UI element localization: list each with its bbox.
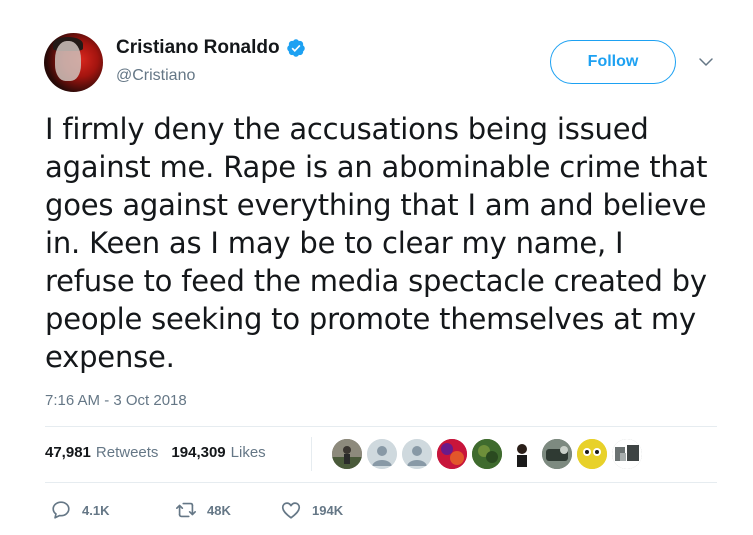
tweet-text-line: refuse to feed the media spectacle creat… [45,264,707,298]
liker-avatar[interactable] [577,439,607,469]
like-count: 194K [312,502,344,518]
like-button[interactable]: 194K [280,499,343,521]
display-name[interactable]: Cristiano Ronaldo [116,37,280,59]
tweet-text-line: against me. Rape is an abominable crime … [45,150,708,184]
tweet-text: I firmly deny the accusations being issu… [45,110,735,376]
retweet-button[interactable]: 48K [175,499,280,521]
user-handle[interactable]: @Cristiano [116,67,195,85]
avatar-face [55,41,81,81]
likes-label: Likes [230,444,266,461]
retweet-count: 48K [207,502,231,518]
liker-avatar[interactable] [507,439,537,469]
user-photo-icon [577,439,607,469]
user-photo-icon [612,439,642,469]
tweet-text-line: I firmly deny the accusations being issu… [45,112,649,146]
reply-icon [52,501,70,519]
tweet-actions: 4.1K 48K 194K [50,499,343,521]
user-photo-icon [472,439,502,469]
avatar[interactable] [44,33,103,92]
retweets-count: 47,981 [45,444,91,461]
verified-badge-icon [286,39,305,57]
user-photo-icon [332,439,362,469]
liker-avatar[interactable] [612,439,642,469]
tweet-card: Cristiano Ronaldo @Cristiano Follow I fi… [0,0,753,535]
tweet-stats: 47,981 Retweets 194,309 Likes [45,444,266,461]
liker-avatar[interactable] [332,439,362,469]
tweet-text-line: in. Keen as I may be to clear my name, I [45,226,624,260]
likes-stat[interactable]: 194,309 Likes [171,444,265,461]
reply-count: 4.1K [82,502,110,518]
default-user-icon [402,439,432,469]
chevron-down-icon[interactable] [697,53,715,71]
tweet-text-line: people seeking to promote themselves at … [45,302,696,336]
reply-button[interactable]: 4.1K [50,499,175,521]
retweet-icon [176,502,196,518]
user-photo-icon [542,439,572,469]
retweets-label: Retweets [95,444,159,461]
name-row: Cristiano Ronaldo [116,37,306,59]
likes-count: 194,309 [171,444,226,461]
heart-icon [281,502,301,519]
liker-avatar[interactable] [402,439,432,469]
liker-avatars [311,437,642,471]
follow-button[interactable]: Follow [550,40,676,84]
liker-avatar[interactable] [437,439,467,469]
tweet-text-line: goes against everything that I am and be… [45,188,707,222]
liker-avatar[interactable] [367,439,397,469]
tweet-timestamp[interactable]: 7:16 AM - 3 Oct 2018 [45,392,187,409]
tweet-text-line: expense. [45,340,175,374]
liker-avatar[interactable] [472,439,502,469]
divider [45,482,717,483]
user-photo-icon [507,439,537,469]
retweets-stat[interactable]: 47,981 Retweets [45,444,158,461]
default-user-icon [367,439,397,469]
liker-avatar[interactable] [542,439,572,469]
user-photo-icon [437,439,467,469]
divider [45,426,717,427]
